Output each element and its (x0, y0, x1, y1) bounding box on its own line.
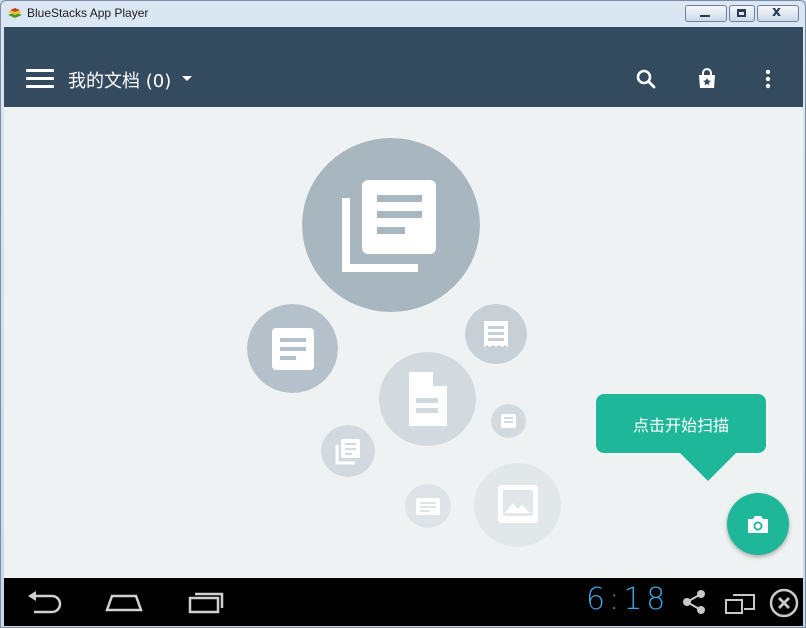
camera-icon (748, 516, 768, 533)
more-vert-icon[interactable] (756, 67, 780, 91)
maximize-button[interactable] (729, 5, 755, 22)
maximize-icon (737, 9, 746, 17)
bluestacks-window: BlueStacks App Player x 我的文档 (0) 点击开始扫描 … (0, 0, 806, 628)
home-icon[interactable] (104, 588, 144, 616)
close-icon: x (772, 4, 782, 20)
close-circle-icon[interactable] (768, 587, 800, 619)
caret-down-icon[interactable] (182, 76, 192, 81)
close-button[interactable]: x (757, 4, 799, 22)
share-icon[interactable] (680, 588, 708, 616)
title-bar[interactable]: BlueStacks App Player x (1, 1, 805, 27)
receipt-icon (465, 304, 527, 364)
hamburger-menu-icon[interactable] (26, 69, 54, 89)
card-icon (405, 484, 451, 528)
recent-apps-icon[interactable] (186, 588, 226, 616)
android-nav-bar: 6:18 (4, 578, 803, 626)
minimize-button[interactable] (685, 5, 727, 22)
documents-title[interactable]: 我的文档 (0) (68, 67, 171, 93)
documents-stack-icon (302, 138, 480, 312)
search-icon[interactable] (634, 67, 658, 91)
back-icon[interactable] (24, 588, 64, 616)
file-icon (379, 352, 476, 446)
minimize-icon (700, 15, 710, 17)
status-clock: 6:18 (586, 582, 670, 617)
note-icon (247, 304, 338, 393)
scan-tooltip[interactable]: 点击开始扫描 (596, 394, 766, 453)
documents-icon (321, 425, 375, 477)
android-screen: 我的文档 (0) 点击开始扫描 6:18 (4, 27, 803, 626)
window-title: BlueStacks App Player (27, 6, 149, 20)
tooltip-pointer (680, 453, 736, 481)
shopping-bag-icon[interactable] (695, 67, 719, 91)
small-note-icon (491, 404, 526, 438)
multi-window-icon[interactable] (724, 590, 756, 616)
camera-scan-button[interactable] (727, 493, 789, 555)
bluestacks-logo-icon (8, 8, 22, 18)
scan-tooltip-text: 点击开始扫描 (632, 415, 729, 435)
app-bar: 我的文档 (0) (4, 27, 803, 107)
image-icon (474, 463, 561, 547)
